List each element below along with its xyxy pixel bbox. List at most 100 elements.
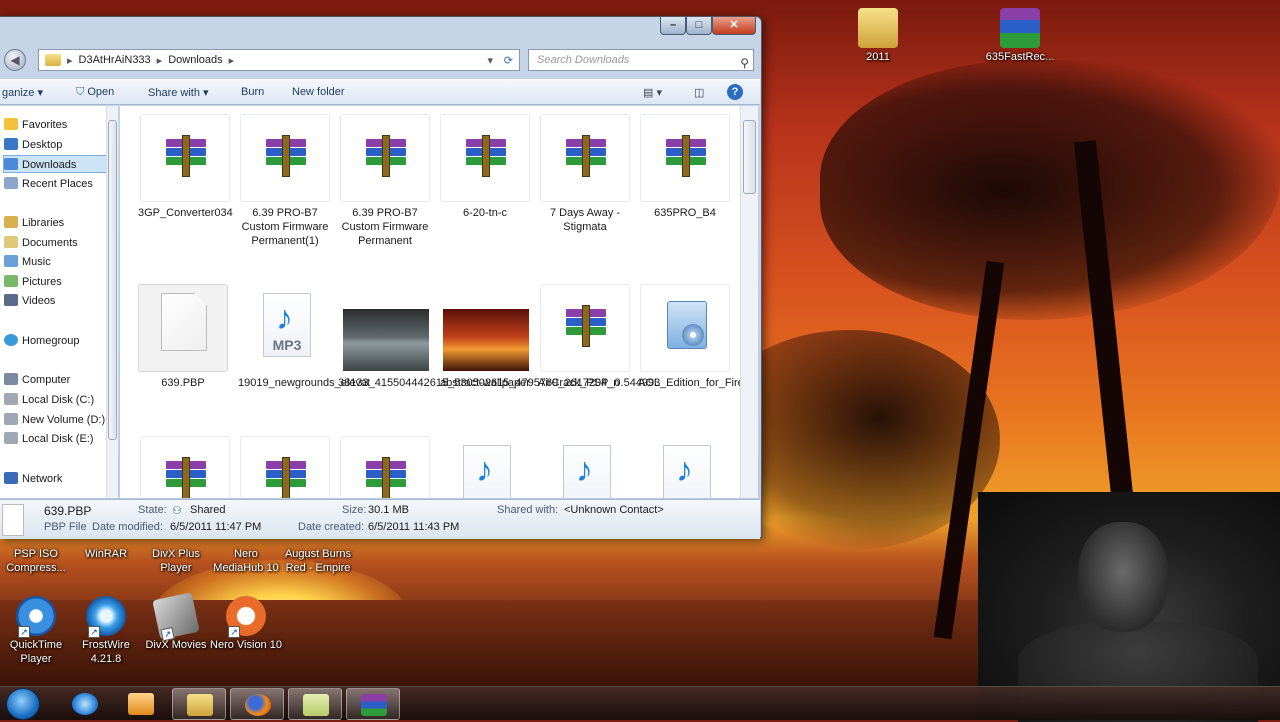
file-list: 3GP_Converter034 6.39 PRO-B7 Custom Firm… [120, 106, 740, 498]
nav-recent-places[interactable]: Recent Places [4, 175, 93, 193]
file-item[interactable]: AOL_Edition_for_Firefox [638, 284, 740, 390]
frostwire-icon: ↗ [86, 596, 126, 638]
nav-favorites[interactable]: Favorites [4, 116, 67, 134]
nav-videos[interactable]: Videos [4, 292, 55, 310]
refresh-icon[interactable]: ⟳ [504, 54, 513, 67]
desktop-icon-winrar[interactable]: WinRAR [70, 547, 142, 561]
minimize-button[interactable]: – [660, 17, 686, 35]
search-input[interactable]: Search Downloads ⚲ [528, 49, 754, 71]
file-name: 38133_415504442615_530502615_4795769_261… [338, 377, 620, 389]
search-icon[interactable]: ⚲ [740, 53, 749, 73]
nav-libraries[interactable]: Libraries [4, 214, 64, 232]
file-name: AOL_Edition_for_Firefox [638, 377, 740, 389]
help-icon[interactable]: ? [727, 84, 743, 100]
file-item[interactable]: 6.39 PRO-B7 Custom Firmware Permanent [338, 114, 432, 248]
nav-computer[interactable]: Computer [4, 371, 70, 389]
file-list-scrollbar-thumb[interactable] [743, 120, 756, 194]
nav-pictures[interactable]: Pictures [4, 273, 62, 291]
shortcut-arrow-icon: ↗ [160, 627, 175, 642]
shield-icon: ⛉ [76, 86, 85, 98]
file-item[interactable]: ♪ [538, 436, 632, 498]
file-item[interactable]: 6.39 PRO-B7 Custom Firmware Permanent(1) [238, 114, 332, 248]
file-item[interactable]: 635PRO_B4 [638, 114, 732, 220]
nav-local-disk-c[interactable]: Local Disk (C:) [4, 391, 94, 409]
desktop-icon-nero-vision[interactable]: ↗ Nero Vision 10 [210, 596, 282, 652]
desktop-icon-quicktime[interactable]: ↗ QuickTime Player [0, 596, 72, 666]
created-value: 6/5/2011 11:43 PM [368, 521, 460, 533]
state-value: Shared [190, 504, 226, 516]
taskbar-explorer[interactable] [172, 688, 226, 720]
desktop-icon-psp-iso[interactable]: PSP ISO Compress... [0, 547, 72, 575]
address-bar[interactable]: ▸ D3AtHrAiN333 ▸ Downloads ▸ ▾ ⟳ [38, 49, 520, 71]
breadcrumb-item-user[interactable]: D3AtHrAiN333 [79, 54, 151, 66]
taskbar-winrar[interactable] [346, 688, 400, 720]
created-label: Date created: [298, 521, 365, 533]
open-button[interactable]: ⛉ Open [76, 86, 114, 99]
nav-new-volume-d[interactable]: New Volume (D:) [4, 411, 105, 429]
maximize-button[interactable]: □ [686, 17, 712, 35]
details-filetype: PBP File [44, 521, 87, 533]
file-name: 6.39 PRO-B7 Custom Firmware Permanent(1) [241, 207, 329, 247]
file-item-selected[interactable]: 639.PBP [136, 284, 230, 390]
file-item[interactable]: ♪ [638, 436, 732, 498]
taskbar-sticky-notes[interactable] [288, 688, 342, 720]
nav-desktop[interactable]: Desktop [4, 136, 62, 154]
mp3-file-icon: ♪ [663, 445, 711, 498]
quicktime-icon: ↗ [16, 596, 56, 638]
desktop-icon-nero-mediahub[interactable]: Nero MediaHub 10 [210, 547, 282, 575]
computer-icon [4, 373, 18, 385]
start-button[interactable] [6, 688, 40, 720]
nav-downloads[interactable]: Downloads [3, 155, 107, 173]
file-name: 6.39 PRO-B7 Custom Firmware Permanent [341, 207, 429, 247]
folder-icon [45, 54, 61, 66]
address-dropdown-icon[interactable]: ▾ [487, 54, 493, 67]
file-item[interactable]: ♪ [438, 436, 532, 498]
nav-music[interactable]: Music [4, 253, 51, 271]
file-item[interactable]: ♪ MP3 19019_newgrounds_elevat [238, 284, 370, 390]
breadcrumb-item-downloads[interactable]: Downloads [168, 54, 222, 66]
sticky-notes-icon [303, 694, 329, 716]
file-item[interactable]: 38133_415504442615_530502615_4795769_261… [338, 284, 620, 390]
file-item[interactable]: abstract-wallpaper [438, 284, 532, 390]
nav-homegroup[interactable]: Homegroup [4, 332, 79, 350]
file-name: 635PRO_B4 [654, 207, 716, 219]
nav-local-disk-e[interactable]: Local Disk (E:) [4, 430, 94, 448]
desktop-icon-635fastrec[interactable]: 635FastRec... [984, 8, 1056, 64]
taskbar-media-player[interactable] [114, 688, 168, 720]
nav-network[interactable]: Network [4, 470, 62, 488]
winrar-archive-icon [266, 457, 306, 498]
preview-pane-icon[interactable]: ◫ [694, 86, 704, 99]
file-item[interactable]: 7 Days Away - Stigmata [538, 114, 632, 234]
desktop-icon-label: 635FastRec... [985, 51, 1055, 63]
taskbar-internet-explorer[interactable] [58, 688, 112, 720]
file-item[interactable]: 3GP_Converter034 [138, 114, 233, 220]
file-item[interactable]: 6-20-tn-c [438, 114, 532, 220]
file-item[interactable] [138, 436, 232, 498]
back-button[interactable]: ◀ [4, 49, 26, 71]
file-item[interactable] [338, 436, 432, 498]
file-list-scrollbar[interactable] [740, 106, 758, 498]
nav-scrollbar[interactable] [106, 106, 118, 498]
videos-icon [4, 294, 18, 306]
desktop-icon-2011[interactable]: 2011 [842, 8, 914, 64]
burn-button[interactable]: Burn [241, 86, 264, 98]
installer-icon [667, 301, 707, 349]
nav-documents[interactable]: Documents [4, 234, 78, 252]
shortcut-arrow-icon: ↗ [228, 626, 240, 638]
share-with-button[interactable]: Share with ▾ [148, 86, 209, 99]
desktop-icon-divx-movies[interactable]: ↗ DivX Movies [140, 592, 212, 652]
explorer-window: – □ ✕ ◀ ▸ D3AtHrAiN333 ▸ Downloads ▸ ▾ ⟳… [0, 16, 762, 539]
organize-button[interactable]: ganize ▾ [2, 86, 43, 99]
desktop-icon-frostwire[interactable]: ↗ FrostWire 4.21.8 [70, 596, 142, 666]
view-options-icon[interactable]: ▤ ▾ [643, 86, 662, 99]
close-button[interactable]: ✕ [712, 17, 756, 35]
nav-scrollbar-thumb[interactable] [108, 120, 117, 440]
desktop-icon-august-burns-red[interactable]: August Burns Red - Empire [280, 547, 356, 575]
desktop-icon-divx-plus[interactable]: DivX Plus Player [140, 547, 212, 575]
file-name: 7 Days Away - Stigmata [549, 207, 621, 233]
new-folder-button[interactable]: New folder [292, 86, 345, 98]
file-item[interactable] [238, 436, 332, 498]
homegroup-icon [4, 334, 18, 346]
file-item[interactable]: AirCrack_PSP_0.544993 [538, 284, 660, 390]
taskbar-firefox[interactable] [230, 688, 284, 720]
